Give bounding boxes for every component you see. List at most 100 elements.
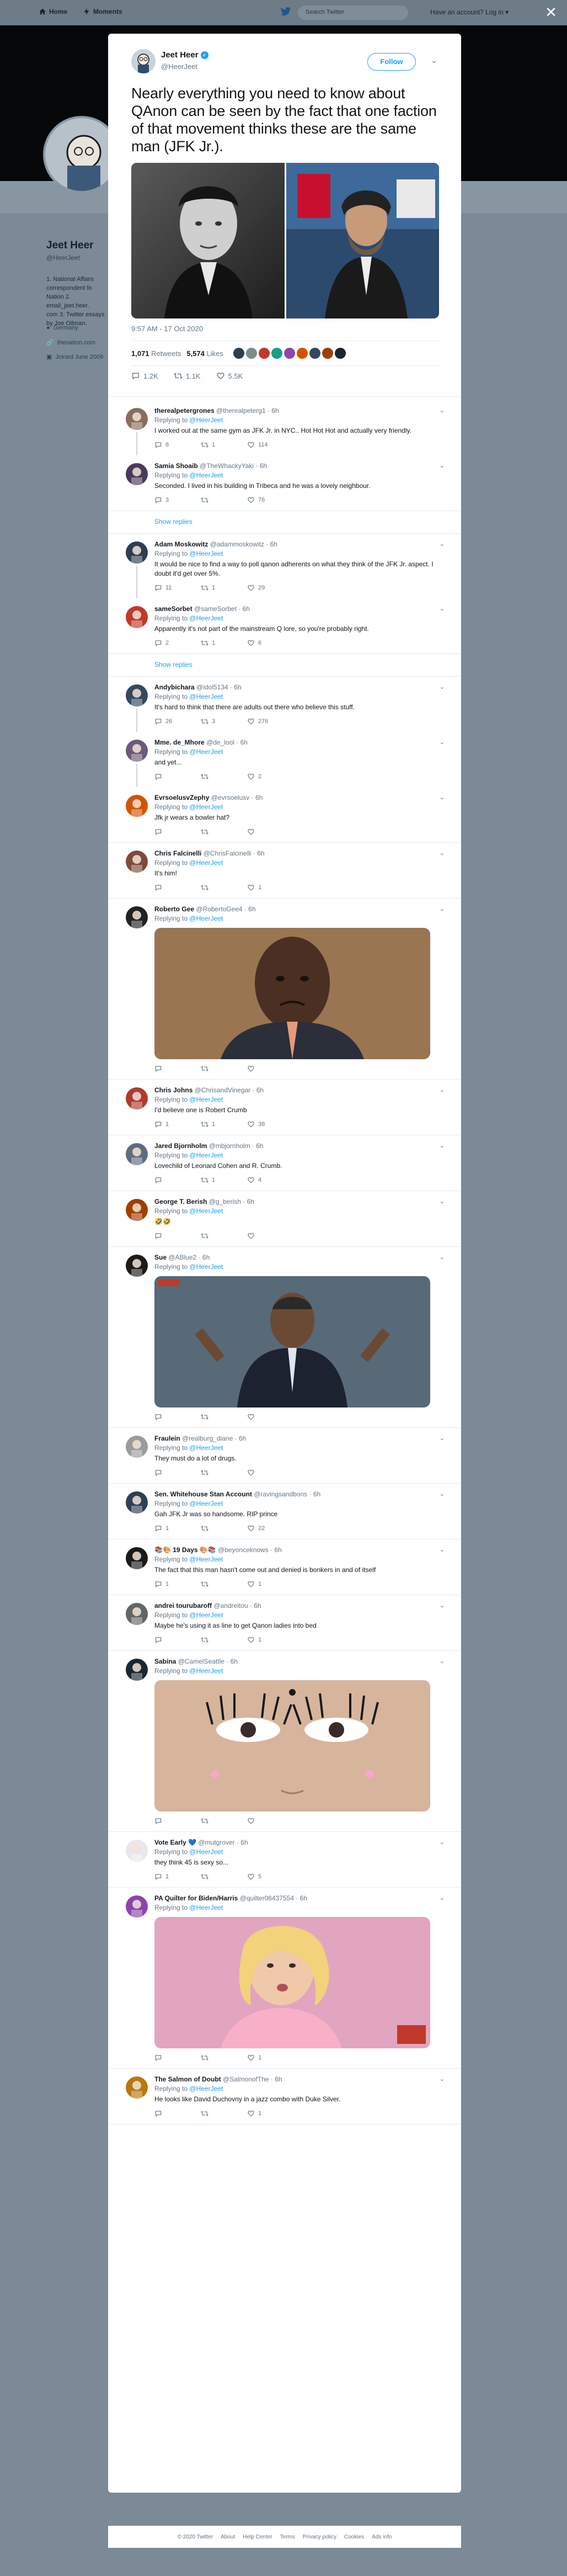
replying-to-handle[interactable]: @HeerJeet (189, 1500, 223, 1507)
show-replies-link[interactable]: Show replies (108, 511, 461, 534)
reply-tweet[interactable]: andrei tourubaroff @andreitou · 6h ⌄ Reply… (108, 1595, 461, 1651)
like-button[interactable]: 114 (247, 441, 293, 449)
reply-time[interactable]: 6h (240, 1839, 248, 1846)
reply-author-handle[interactable]: @RobertoGee4 (196, 905, 242, 913)
reply-author-handle[interactable]: @ChrisFalcinelli (204, 849, 252, 857)
reply-button[interactable] (154, 1413, 201, 1421)
footer-link[interactable]: Privacy policy (303, 2534, 336, 2540)
reply-author-name[interactable]: Andybichara (154, 683, 195, 691)
like-button[interactable]: 2 (247, 773, 293, 780)
chevron-down-icon[interactable]: ⌄ (440, 1658, 445, 1665)
replying-to-handle[interactable]: @HeerJeet (189, 416, 223, 424)
reply-author-handle[interactable]: @g_berish (209, 1198, 241, 1205)
reply-time[interactable]: 6h (248, 905, 255, 913)
avatar[interactable] (258, 348, 270, 359)
replying-to-handle[interactable]: @HeerJeet (189, 693, 223, 700)
chevron-down-icon[interactable]: ⌄ (440, 683, 445, 691)
footer-link[interactable]: Cookies (344, 2534, 364, 2540)
reply-time[interactable]: 6h (275, 2075, 282, 2083)
reply-time[interactable]: 6h (255, 794, 263, 801)
reply-author-name[interactable]: therealpetergrones (154, 407, 215, 415)
reply-tweet[interactable]: Adam Moskowitz @adammoskowitz · 6h ⌄ Reply… (108, 534, 461, 598)
reply-author-handle[interactable]: @mbjornholm (209, 1142, 250, 1150)
nav-home[interactable]: Home (39, 8, 67, 15)
replying-to-handle[interactable]: @HeerJeet (189, 748, 223, 756)
reply-button[interactable]: 1 (154, 1580, 201, 1588)
avatar[interactable] (309, 348, 320, 359)
reply-author-name[interactable]: The Salmon of Doubt (154, 2075, 221, 2083)
avatar[interactable] (126, 1895, 148, 1918)
avatar[interactable] (126, 1840, 148, 1862)
reply-author-name[interactable]: Adam Moskowitz (154, 540, 208, 548)
avatar[interactable] (284, 348, 295, 359)
chevron-down-icon[interactable]: ⌄ (440, 739, 445, 746)
like-button[interactable]: 1 (247, 1580, 293, 1588)
retweet-button[interactable]: 1 (201, 1120, 247, 1128)
like-button[interactable]: 1 (247, 884, 293, 891)
avatar[interactable] (126, 606, 148, 628)
chevron-down-icon[interactable]: ⌄ (440, 407, 445, 414)
reply-button[interactable]: 11 (154, 584, 201, 592)
avatar[interactable] (126, 463, 148, 485)
retweet-button[interactable] (201, 1817, 247, 1825)
chevron-down-icon[interactable]: ⌄ (440, 1435, 445, 1442)
avatar[interactable] (126, 1547, 148, 1569)
reply-time[interactable]: 6h (271, 407, 279, 415)
reply-button[interactable] (154, 2054, 201, 2062)
reply-author-handle[interactable]: @ChrisandVinegar (195, 1086, 250, 1094)
replying-to-handle[interactable]: @HeerJeet (189, 614, 223, 622)
reply-tweet[interactable]: Mme. de_Mhore @de_lool · 6h ⌄ Replying to … (108, 732, 461, 787)
reply-author-name[interactable]: PA Quilter for Biden/Harris (154, 1894, 238, 1902)
retweet-button[interactable]: 1.1K (173, 371, 201, 380)
reply-button[interactable] (154, 1232, 201, 1240)
retweet-button[interactable] (201, 884, 247, 891)
like-button[interactable]: 6 (247, 639, 293, 647)
chevron-down-icon[interactable]: ⌄ (440, 1254, 445, 1261)
like-button[interactable]: 5.5K (216, 371, 243, 380)
chevron-down-icon[interactable]: ⌄ (440, 1198, 445, 1205)
chevron-down-icon[interactable]: ⌄ (440, 1894, 445, 1902)
reply-author-name[interactable]: 📚🎨 19 Days 🎨📚 (154, 1546, 216, 1554)
reply-button[interactable] (154, 2110, 201, 2117)
like-button[interactable] (247, 1469, 293, 1476)
reply-button[interactable]: 3 (154, 496, 201, 504)
chevron-down-icon[interactable]: ⌄ (440, 905, 445, 912)
reply-media[interactable] (154, 1680, 430, 1812)
avatar[interactable] (126, 1491, 148, 1513)
chevron-down-icon[interactable]: ⌄ (440, 849, 445, 857)
reply-time[interactable]: 6h (234, 683, 241, 691)
avatar[interactable] (126, 1087, 148, 1109)
like-button[interactable]: 22 (247, 1525, 293, 1532)
footer-link[interactable]: Help Center (243, 2534, 272, 2540)
chevron-down-icon[interactable]: ⌄ (440, 1546, 445, 1553)
reply-tweet[interactable]: 📚🎨 19 Days 🎨📚 @beyonceknows · 6h ⌄ Replyin… (108, 1539, 461, 1595)
reply-time[interactable]: 6h (240, 739, 248, 746)
replying-to-handle[interactable]: @HeerJeet (189, 1096, 223, 1103)
reply-author-name[interactable]: Sen. Whitehouse Stan Account (154, 1490, 252, 1498)
reply-button[interactable]: 8 (154, 441, 201, 449)
like-button[interactable]: 276 (247, 718, 293, 725)
chevron-down-icon[interactable]: ⌄ (431, 56, 437, 65)
retweet-button[interactable] (201, 2110, 247, 2117)
reply-author-name[interactable]: Sue (154, 1254, 167, 1261)
reply-button[interactable]: 2 (154, 639, 201, 647)
retweet-button[interactable] (201, 2054, 247, 2062)
follow-button[interactable]: Follow (367, 53, 416, 71)
replying-to-handle[interactable]: @HeerJeet (189, 1904, 223, 1911)
avatar[interactable] (126, 740, 148, 762)
reply-author-handle[interactable]: @ravingsandbons (254, 1490, 307, 1498)
reply-author-name[interactable]: Vote Early 💙 (154, 1839, 196, 1846)
profile-link[interactable]: 🔗 thenation.com (46, 339, 95, 347)
reply-button[interactable] (154, 773, 201, 780)
reply-time[interactable]: 6h (202, 1254, 210, 1261)
chevron-down-icon[interactable]: ⌄ (440, 1086, 445, 1093)
author-name[interactable]: Jeet Heer ✓ (161, 50, 208, 60)
reply-time[interactable]: 6h (274, 1546, 281, 1554)
like-button[interactable]: 38 (247, 1120, 293, 1128)
avatar[interactable] (126, 684, 148, 707)
retweet-button[interactable] (201, 1413, 247, 1421)
replying-to-handle[interactable]: @HeerJeet (189, 471, 223, 479)
avatar[interactable] (245, 348, 257, 359)
reply-author-handle[interactable]: @sameSorbet (194, 605, 237, 613)
replying-to-handle[interactable]: @HeerJeet (189, 1667, 223, 1675)
